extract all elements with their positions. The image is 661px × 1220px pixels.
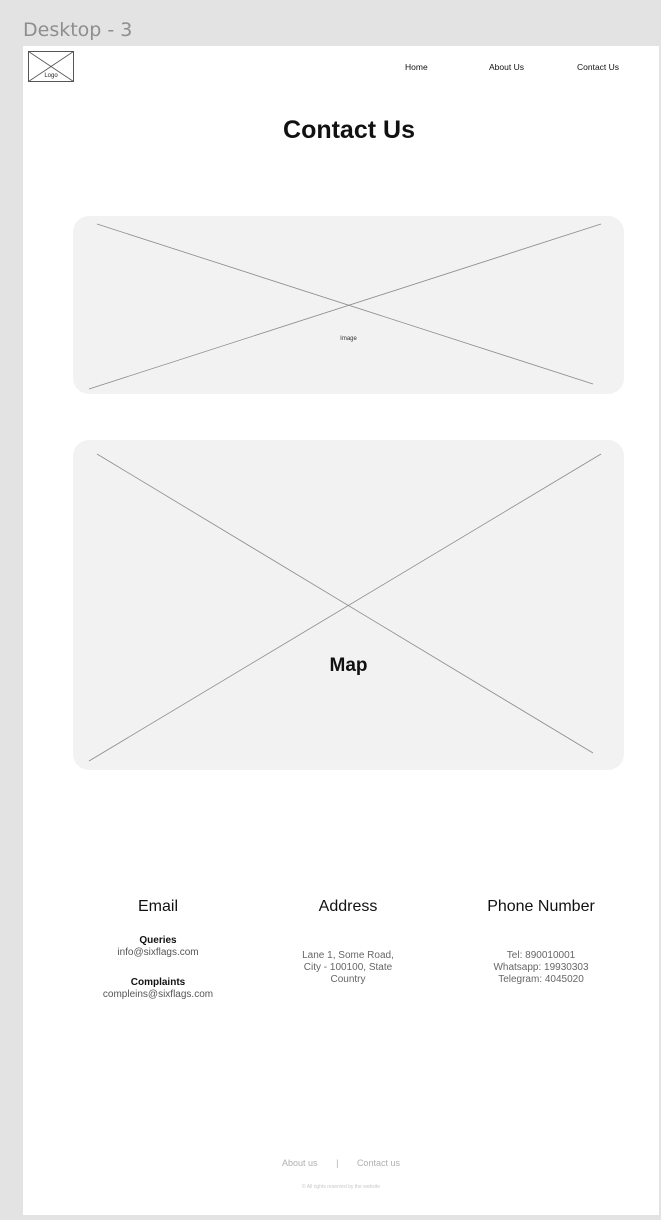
footer-contact-link[interactable]: Contact us [357,1158,400,1168]
queries-label: Queries [139,935,177,946]
phone-telegram[interactable]: Telegram: 4045020 [455,974,627,986]
phone-tel[interactable]: Tel: 890010001 [455,950,627,962]
phone-text: Tel: 890010001 Whatsapp: 19930303 Telegr… [455,950,627,986]
nav-contact-link[interactable]: Contact Us [577,62,619,72]
address-line: Lane 1, Some Road, [302,950,394,961]
phone-whatsapp[interactable]: Whatsapp: 19930303 [455,962,627,974]
page-title: Contact Us [283,116,415,144]
phone-heading: Phone Number [487,898,595,915]
phone-section: Phone Number Tel: 890010001 Whatsapp: 19… [455,898,627,986]
map-label: Map [329,655,368,676]
map-placeholder-icon [88,453,602,762]
email-heading: Email [137,898,178,915]
desktop-frame: Logo Home About Us Contact Us Contact Us… [23,46,659,1215]
address-heading: Address [318,898,378,915]
image-placeholder-icon [88,223,602,390]
queries-email[interactable]: info@sixflags.com [80,947,236,959]
address-section: Address Lane 1, Some Road, City - 100100… [266,898,430,986]
complaints-label: Complaints [130,977,186,988]
map-placeholder: Map [73,440,624,770]
footer-separator: | [336,1158,339,1168]
address-line: City - 100100, State [303,962,393,973]
image-placeholder: Image [73,216,624,394]
address-text: Lane 1, Some Road, City - 100100, State … [266,950,430,986]
email-section: Email Queries info@sixflags.com Complain… [80,898,236,1001]
nav-home-link[interactable]: Home [405,62,428,72]
frame-title: Desktop - 3 [23,19,133,41]
address-line: Country [330,974,366,985]
copyright-text: © All rights reserved by the website [301,1184,381,1190]
nav-about-link[interactable]: About Us [489,62,524,72]
image-placeholder-label: Image [340,336,357,342]
complaints-email[interactable]: compleins@sixflags.com [80,989,236,1001]
logo-label: Logo [44,73,58,79]
logo[interactable]: Logo [28,51,74,82]
footer-links: About us | Contact us [23,1158,659,1168]
footer-about-link[interactable]: About us [282,1158,318,1168]
